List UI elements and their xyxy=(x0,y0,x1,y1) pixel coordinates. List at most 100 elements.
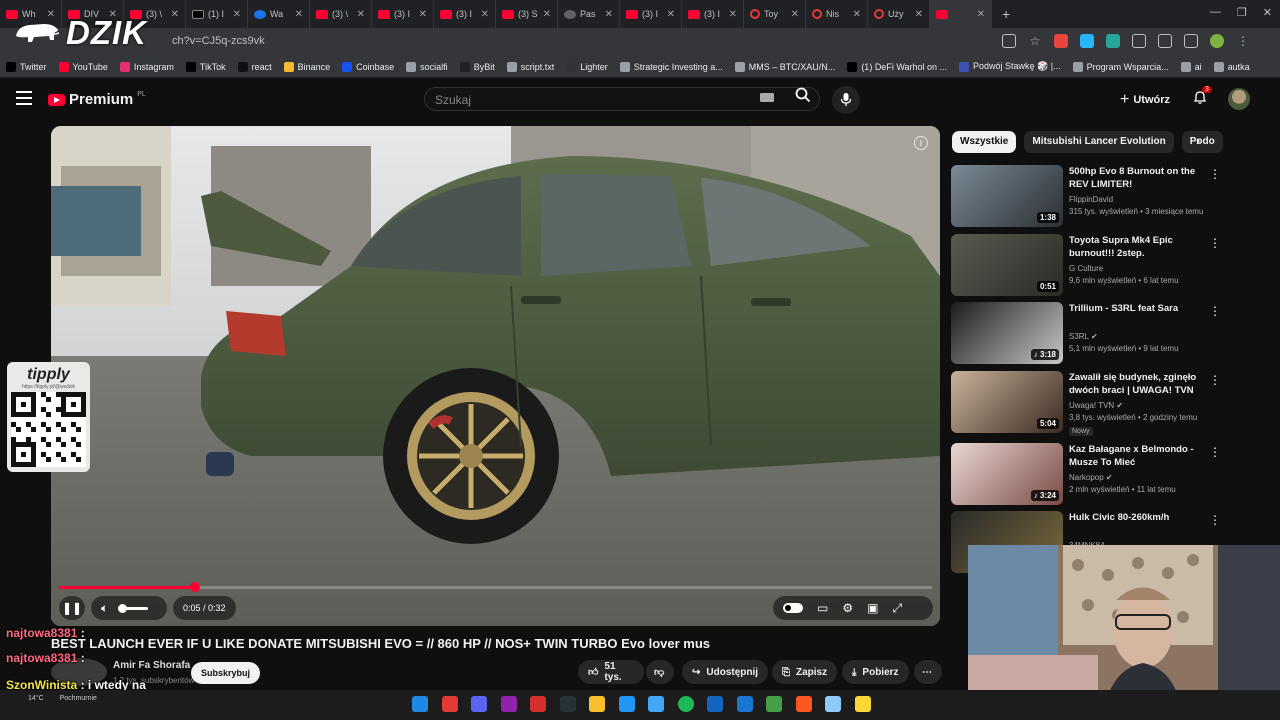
like-button[interactable]: 👍︎ 51 tys. xyxy=(578,660,644,684)
progress-bar[interactable] xyxy=(59,582,932,592)
browser-tab[interactable]: ✕ xyxy=(930,0,992,28)
close-icon[interactable]: ✕ xyxy=(1263,6,1272,19)
url-text[interactable]: ch?v=CJ5q-zcs9vk xyxy=(172,35,265,47)
tab-close-icon[interactable]: ✕ xyxy=(357,9,365,20)
bookmark-item[interactable]: (1) DeFi Warhol on ... xyxy=(847,61,947,72)
recommended-channel[interactable]: G Culture xyxy=(1069,264,1103,273)
tab-close-icon[interactable]: ✕ xyxy=(295,9,303,20)
app-icon[interactable] xyxy=(530,696,546,712)
new-tab-button[interactable]: + xyxy=(992,6,1020,22)
install-icon[interactable] xyxy=(1002,34,1016,48)
more-options-icon[interactable]: ⋮ xyxy=(1209,445,1221,459)
more-actions-button[interactable]: ⋯ xyxy=(914,660,942,684)
chevron-right-icon[interactable]: › xyxy=(1196,133,1200,148)
recommended-video[interactable]: 1:38 500hp Evo 8 Burnout on the REV LIMIT… xyxy=(951,165,1251,227)
pause-button[interactable]: ❚❚ xyxy=(59,596,85,620)
bookmark-item[interactable]: TikTok xyxy=(185,61,226,72)
bookmark-item[interactable]: Twitter xyxy=(6,61,47,72)
maximize-icon[interactable]: ❐ xyxy=(1237,6,1247,19)
bookmark-item[interactable]: Instagram xyxy=(119,61,174,72)
bookmark-item[interactable]: react xyxy=(237,61,272,72)
profile-icon[interactable] xyxy=(1210,34,1224,48)
tab-close-icon[interactable]: ✕ xyxy=(853,9,861,20)
more-options-icon[interactable]: ⋮ xyxy=(1209,373,1221,387)
minimize-icon[interactable]: — xyxy=(1210,6,1221,19)
more-options-icon[interactable]: ⋮ xyxy=(1209,304,1221,318)
tab-close-icon[interactable]: ✕ xyxy=(915,9,923,20)
info-icon[interactable]: i xyxy=(914,136,928,150)
video-thumbnail[interactable]: 1:38 xyxy=(951,165,1063,227)
settings-gear-icon[interactable]: ⚙ xyxy=(842,601,853,615)
voice-search-button[interactable] xyxy=(832,86,860,114)
recommended-channel[interactable]: Narkopop ✔ xyxy=(1069,473,1113,482)
browser-tab[interactable]: Nis ✕ xyxy=(806,0,868,28)
app-icon[interactable] xyxy=(766,696,782,712)
tab-close-icon[interactable]: ✕ xyxy=(233,9,241,20)
spotify-icon[interactable] xyxy=(677,696,694,712)
search-button[interactable] xyxy=(786,87,820,111)
tab-close-icon[interactable]: ✕ xyxy=(171,9,179,20)
bookmark-item[interactable]: YouTube xyxy=(58,61,108,72)
recommended-title[interactable]: Hulk Civic 80-260km/h xyxy=(1069,511,1209,524)
tab-close-icon[interactable]: ✕ xyxy=(543,9,551,20)
browser-tab[interactable]: Pas ✕ xyxy=(558,0,620,28)
app-icon[interactable] xyxy=(500,696,517,712)
youtube-premium-logo[interactable]: Premium PL xyxy=(48,91,146,108)
extension-icon[interactable] xyxy=(1080,34,1094,48)
recommended-channel[interactable]: S3RL ✔ xyxy=(1069,332,1098,341)
browser-tab[interactable]: (3) I ✕ xyxy=(434,0,496,28)
browser-tab[interactable]: (3) I ✕ xyxy=(682,0,744,28)
theater-mode-icon[interactable]: ▣ xyxy=(867,601,878,615)
browser-tab[interactable]: (3) I ✕ xyxy=(620,0,682,28)
fullscreen-icon[interactable]: ⤢ xyxy=(892,601,902,616)
dislike-button[interactable]: 👎︎ xyxy=(646,660,674,684)
weather-widget[interactable]: 14°C Pochmurnie xyxy=(28,695,97,702)
autoplay-toggle[interactable] xyxy=(783,603,803,613)
menu-icon[interactable]: ⋮ xyxy=(1236,34,1250,48)
volume-control[interactable]: 🔈︎ xyxy=(91,596,167,620)
more-options-icon[interactable]: ⋮ xyxy=(1209,513,1221,527)
bookmark-item[interactable]: script.txt xyxy=(506,61,554,72)
create-button[interactable]: + Utwórz xyxy=(1120,91,1170,109)
brave-icon[interactable] xyxy=(795,696,812,712)
bookmark-item[interactable]: ai xyxy=(1180,61,1202,72)
browser-tab[interactable]: (3) S ✕ xyxy=(496,0,558,28)
video-thumbnail[interactable]: ♪ 3:24 xyxy=(951,443,1063,505)
browser-tab[interactable]: Uży ✕ xyxy=(868,0,930,28)
download-button[interactable]: ⤓ Pobierz xyxy=(842,660,909,684)
bookmark-item[interactable]: MMS – BTC/XAU/N... xyxy=(734,61,835,72)
puzzle-icon[interactable] xyxy=(1132,34,1146,48)
app-icon[interactable] xyxy=(736,696,753,712)
recommended-title[interactable]: 500hp Evo 8 Burnout on the REV LIMITER! xyxy=(1069,165,1209,191)
bookmark-item[interactable]: socialfi xyxy=(406,61,448,72)
browser-tab[interactable]: (3) I ✕ xyxy=(372,0,434,28)
video-player[interactable]: i ❚❚ 🔈︎ 0:05 / 0:32 ▭ ⚙ ▣ ⤢ xyxy=(51,126,940,626)
filter-chip[interactable]: Podo xyxy=(1181,131,1223,153)
channel-name[interactable]: Amir Fa Shorafa xyxy=(113,660,190,671)
video-thumbnail[interactable]: 5:04 xyxy=(951,371,1063,433)
more-options-icon[interactable]: ⋮ xyxy=(1209,167,1221,181)
recommended-title[interactable]: Trillium - S3RL feat Sara xyxy=(1069,302,1209,315)
bookmark-item[interactable]: Podwój Stawkę 🎲 |... xyxy=(959,61,1061,72)
recommended-video[interactable]: ♪ 3:24 Kaz Bałagane x Belmondo - Musze To… xyxy=(951,443,1251,505)
file-explorer-icon[interactable] xyxy=(589,696,605,712)
video-thumbnail[interactable]: 0:51 xyxy=(951,234,1063,296)
recommended-video[interactable]: 0:51 Toyota Supra Mk4 Epic burnout!!! 2st… xyxy=(951,234,1251,296)
extension-icon[interactable] xyxy=(1054,34,1068,48)
app-icon[interactable] xyxy=(648,696,664,712)
search-input[interactable] xyxy=(425,88,745,112)
tab-close-icon[interactable]: ✕ xyxy=(605,9,613,20)
browser-tab[interactable]: Toy ✕ xyxy=(744,0,806,28)
tab-close-icon[interactable]: ✕ xyxy=(791,9,799,20)
steam-icon[interactable] xyxy=(559,696,576,712)
app-icon[interactable] xyxy=(854,696,871,712)
bookmark-item[interactable]: Lighter xyxy=(566,61,608,72)
notifications-button[interactable]: 3 xyxy=(1192,86,1212,109)
video-thumbnail[interactable]: ♪ 3:18 xyxy=(951,302,1063,364)
media-icon[interactable] xyxy=(1158,34,1172,48)
keyboard-icon[interactable] xyxy=(760,93,774,102)
tab-close-icon[interactable]: ✕ xyxy=(419,9,427,20)
menu-hamburger-icon[interactable] xyxy=(16,91,32,105)
recommended-title[interactable]: Zawalił się budynek, zginęło dwóch braci… xyxy=(1069,371,1209,397)
recommended-title[interactable]: Kaz Bałagane x Belmondo - Musze To Mieć xyxy=(1069,443,1209,469)
